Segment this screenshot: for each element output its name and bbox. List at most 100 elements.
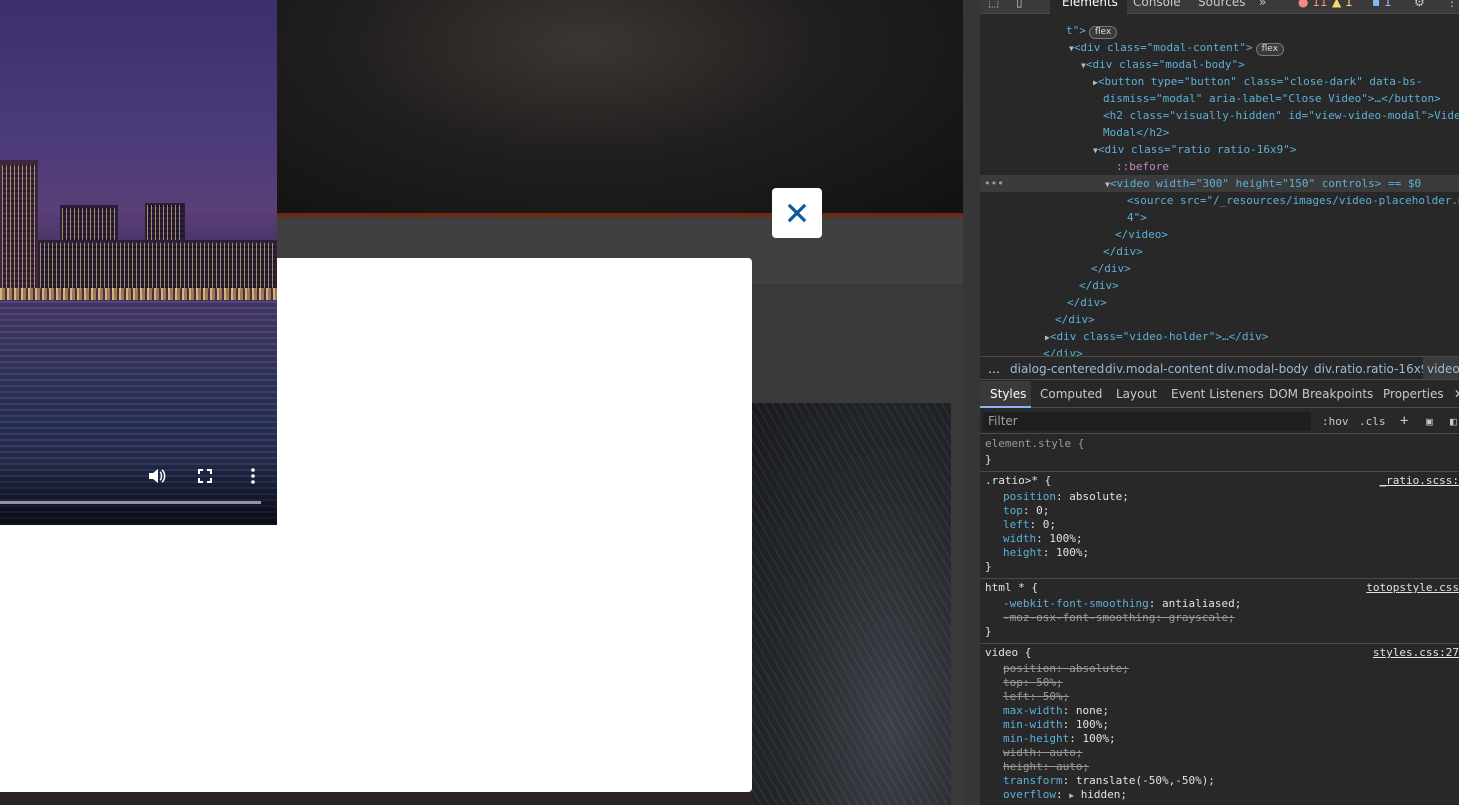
css-property[interactable]: top: 0; <box>1003 504 1049 518</box>
dom-node[interactable]: 4"> <box>1127 209 1147 226</box>
message-count-badge[interactable]: ▪ 1 <box>1372 0 1392 9</box>
dom-node[interactable]: ▼<div class="modal-body"> <box>1081 56 1245 73</box>
dom-node[interactable]: </video> <box>1115 226 1168 243</box>
error-count-badge[interactable]: ● 11 <box>1298 0 1328 9</box>
selector-text: html * { <box>985 581 1038 594</box>
css-property-overridden[interactable]: left: 50%; <box>1003 690 1069 704</box>
dom-node-text: <video width="300" height="150" controls… <box>1109 177 1422 190</box>
new-rule-button[interactable]: + <box>1400 409 1408 434</box>
breadcrumb-item[interactable]: div.ratio.ratio-16x9 <box>1314 357 1428 379</box>
close-icon[interactable]: ✕ <box>1454 381 1459 408</box>
css-property[interactable]: min-height: 100%; <box>1003 732 1116 746</box>
sidebar-toggle-icon[interactable]: ◧ <box>1450 409 1457 434</box>
css-property[interactable]: width: 100%; <box>1003 532 1083 546</box>
styles-pane[interactable]: element.style { } .ratio>* { _ratio.scss… <box>980 434 1459 805</box>
tab-properties[interactable]: Properties <box>1383 381 1444 408</box>
tab-computed[interactable]: Computed <box>1040 381 1102 408</box>
dom-pseudo-element[interactable]: ::before <box>1116 158 1169 175</box>
dom-node[interactable]: t"> flex <box>1066 22 1118 39</box>
css-property-overridden[interactable]: width: auto; <box>1003 746 1083 760</box>
dom-node-text: </div> <box>1043 347 1083 356</box>
tab-sources[interactable]: Sources <box>1198 0 1245 9</box>
fullscreen-icon[interactable] <box>198 469 212 487</box>
css-property[interactable]: max-width: none; <box>1003 704 1109 718</box>
tab-layout[interactable]: Layout <box>1116 381 1157 408</box>
dom-node[interactable]: <h2 class="visually-hidden" id="view-vid… <box>1103 107 1459 124</box>
more-vertical-icon[interactable] <box>250 468 256 488</box>
close-video-button[interactable] <box>772 188 822 238</box>
tab-dom-breakpoints[interactable]: DOM Breakpoints <box>1269 381 1373 408</box>
dom-tree[interactable]: t"> flex ▼<div class="modal-content"> flex… <box>980 14 1459 356</box>
rule-source-link[interactable]: _ratio.scss: <box>1380 474 1459 488</box>
background-hero-image <box>277 0 963 218</box>
breadcrumb-item[interactable]: dialog-centered <box>1010 357 1104 379</box>
tab-elements[interactable]: Elements <box>1062 0 1118 9</box>
device-toolbar-icon[interactable]: ▯ <box>1016 0 1023 9</box>
class-toggle[interactable]: .cls <box>1359 409 1386 434</box>
rule-source-link[interactable]: styles.css:27 <box>1373 646 1459 660</box>
paint-icon[interactable]: ▣ <box>1426 409 1433 434</box>
rule-selector[interactable]: element.style { <box>985 437 1084 451</box>
hover-state-toggle[interactable]: :hov <box>1322 409 1349 434</box>
property-value: none; <box>1075 704 1109 717</box>
dom-node[interactable]: </div> <box>1091 260 1131 277</box>
rule-source-link[interactable]: totopstyle.css <box>1366 581 1459 595</box>
dom-node[interactable]: </div> <box>1103 243 1143 260</box>
warning-count-badge[interactable]: ▲ 1 <box>1332 0 1353 9</box>
css-property-overridden[interactable]: -moz-osx-font-smoothing: grayscale; <box>1003 611 1235 625</box>
styles-subtab-bar: Styles Computed Layout Event Listeners D… <box>980 381 1459 408</box>
video-progress-bar[interactable] <box>0 501 261 504</box>
dom-node[interactable]: </div> <box>1043 345 1083 356</box>
dom-node[interactable]: ▼<div class="modal-content"> flex <box>1069 39 1285 56</box>
dom-node[interactable]: ▶<button type="button" class="close-dark… <box>1093 73 1422 90</box>
css-property[interactable]: height: 100%; <box>1003 546 1089 560</box>
dom-node[interactable]: ▶<div class="video-holder">…</div> <box>1045 328 1268 345</box>
tab-event-listeners[interactable]: Event Listeners <box>1171 381 1264 408</box>
dom-node[interactable]: Modal</h2> <box>1103 124 1169 141</box>
flex-badge[interactable]: flex <box>1088 26 1118 39</box>
css-property[interactable]: -webkit-font-smoothing: antialiased; <box>1003 597 1241 611</box>
more-options-icon[interactable]: ⋮ <box>1446 0 1458 9</box>
css-property-overridden[interactable]: top: 50%; <box>1003 676 1063 690</box>
dom-node-text: </div> <box>1103 245 1143 258</box>
breadcrumb-item[interactable]: div.modal-body <box>1216 357 1308 379</box>
styles-filter-input[interactable]: Filter <box>983 412 1311 431</box>
property-value: antialiased; <box>1161 597 1242 610</box>
property-value: 100%; <box>1075 718 1109 731</box>
dom-node-text: <div class="modal-content"> <box>1073 41 1253 54</box>
dom-node[interactable]: <source src="/_resources/images/video-pl… <box>1127 192 1459 209</box>
rule-selector[interactable]: .ratio>* { <box>985 474 1051 488</box>
css-property[interactable]: position: absolute; <box>1003 490 1129 504</box>
dom-node[interactable]: ▼<div class="ratio ratio-16x9"> <box>1093 141 1297 158</box>
dom-node[interactable]: </div> <box>1067 294 1107 311</box>
rule-selector[interactable]: video { <box>985 646 1031 660</box>
css-property-overridden[interactable]: height: auto; <box>1003 760 1089 774</box>
dom-node[interactable]: dismiss="modal" aria-label="Close Video"… <box>1103 90 1441 107</box>
css-property[interactable]: transform: translate(-50%,-50%); <box>1003 774 1215 788</box>
tab-console[interactable]: Console <box>1133 0 1181 9</box>
css-property[interactable]: overflow: ▶ hidden; <box>1003 788 1127 802</box>
inspect-icon[interactable]: ⬚ <box>988 0 999 9</box>
css-property[interactable]: min-width: 100%; <box>1003 718 1109 732</box>
rule-selector[interactable]: html * { <box>985 581 1038 595</box>
dom-node[interactable]: </div> <box>1079 277 1119 294</box>
city-video-player[interactable] <box>0 0 277 525</box>
dom-node-text: </div> <box>1091 262 1131 275</box>
settings-icon[interactable]: ⚙ <box>1414 0 1425 9</box>
breadcrumb-item-current[interactable]: video <box>1423 357 1459 379</box>
breadcrumb-item[interactable]: div.modal-content <box>1105 357 1214 379</box>
property-name: width <box>1003 746 1037 759</box>
property-name: height <box>1003 760 1043 773</box>
volume-icon[interactable] <box>148 468 166 488</box>
flex-badge[interactable]: flex <box>1255 43 1285 56</box>
property-value: 100%; <box>1049 532 1083 545</box>
dom-node-text: <div class="modal-body"> <box>1085 58 1245 71</box>
dom-node[interactable]: </div> <box>1055 311 1095 328</box>
dom-node-selected[interactable]: ••• ▼<video width="300" height="150" con… <box>980 175 1459 192</box>
more-tabs-icon[interactable]: » <box>1259 0 1266 9</box>
property-value: translate(-50%,-50%); <box>1075 774 1215 787</box>
breadcrumb-item[interactable]: … <box>988 357 1000 379</box>
tab-styles[interactable]: Styles <box>990 381 1026 408</box>
css-property-overridden[interactable]: position: absolute; <box>1003 662 1129 676</box>
css-property[interactable]: left: 0; <box>1003 518 1056 532</box>
